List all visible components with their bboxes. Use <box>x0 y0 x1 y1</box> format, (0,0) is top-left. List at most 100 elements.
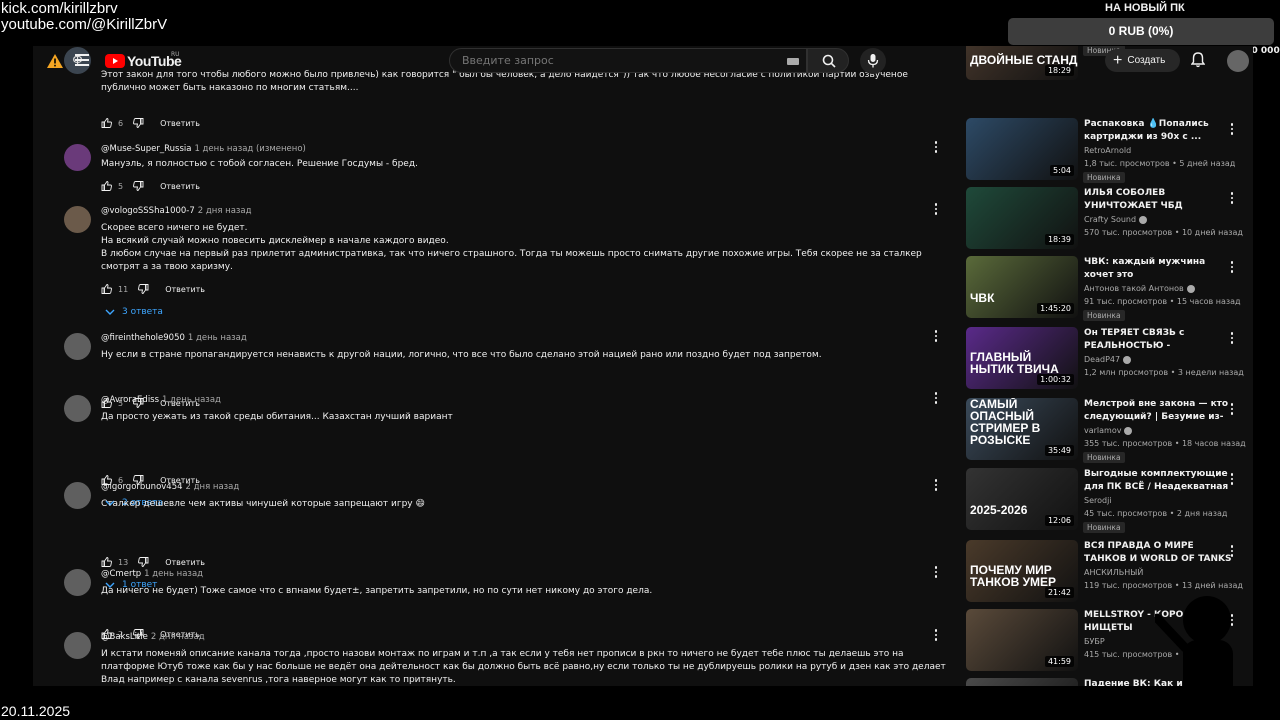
comment-author[interactable]: @AvroraEdiss <box>101 395 159 405</box>
youtube-logo[interactable]: YouTube <box>105 53 182 69</box>
comment-time[interactable]: 1 день назад (изменено) <box>194 144 305 154</box>
reply-button[interactable]: Ответить <box>165 285 205 294</box>
comment-menu-icon[interactable] <box>933 629 939 643</box>
video-title[interactable]: Мелстрой вне закона — кто следующий? | Б… <box>1084 398 1234 424</box>
comment-time[interactable]: 1 день назад <box>144 569 203 579</box>
dislike-button[interactable] <box>133 181 144 191</box>
show-replies-button[interactable]: 3 ответа <box>105 307 163 317</box>
video-menu-icon[interactable] <box>1229 332 1235 346</box>
reply-button[interactable]: Ответить <box>165 558 205 567</box>
video-thumbnail[interactable]: САМЫЙ ОПАСНЫЙ СТРИМЕР В РОЗЫСКЕ 35:49 <box>966 398 1078 460</box>
comment-menu-icon[interactable] <box>933 330 939 344</box>
comment-avatar[interactable] <box>64 395 91 422</box>
comment-author[interactable]: @BaksLitle <box>101 632 148 642</box>
video-thumbnail[interactable]: ЧВК 1:45:20 <box>966 256 1078 318</box>
dislike-button[interactable] <box>133 118 144 128</box>
channel-name[interactable]: Антонов такой Антонов <box>1084 284 1184 293</box>
video-thumbnail[interactable]: 41:59 <box>966 609 1078 671</box>
channel-name[interactable]: DeadP47 <box>1084 355 1120 364</box>
video-thumbnail[interactable]: 5:04 <box>966 118 1078 180</box>
video-title[interactable]: ВСЯ ПРАВДА О МИРЕ ТАНКОВ И WORLD OF TANK… <box>1084 540 1234 566</box>
reply-button[interactable]: Ответить <box>160 119 200 128</box>
like-button[interactable]: 11 <box>101 284 128 294</box>
video-channel[interactable]: DeadP47 <box>1084 355 1132 364</box>
comment-menu-icon[interactable] <box>933 479 939 493</box>
comment-avatar[interactable] <box>64 333 91 360</box>
video-channel[interactable]: varlamov <box>1084 426 1133 435</box>
video-channel[interactable]: Serodji <box>1084 496 1112 505</box>
video-menu-icon[interactable] <box>1229 261 1235 275</box>
account-avatar[interactable] <box>1227 50 1249 72</box>
comment-avatar[interactable] <box>64 632 91 659</box>
video-thumbnail[interactable]: 18:39 <box>966 187 1078 249</box>
channel-name[interactable]: Crafty Sound <box>1084 215 1136 224</box>
menu-icon[interactable] <box>75 54 89 66</box>
comment-time[interactable]: 2 дня назад <box>198 206 252 216</box>
channel-name[interactable]: БУБР <box>1084 637 1105 646</box>
recommended-video[interactable]: ЧВК 1:45:20 ЧВК: каждый мужчина хочет это А… <box>966 256 1253 321</box>
video-channel[interactable]: БУБР <box>1084 637 1105 646</box>
dislike-button[interactable] <box>138 284 149 294</box>
comment-time[interactable]: 1 день назад <box>188 333 247 343</box>
comment-menu-icon[interactable] <box>933 566 939 580</box>
video-thumbnail[interactable]: ГЛАВНЫЙ НЫТИК ТВИЧА 1:00:32 <box>966 327 1078 389</box>
comment-author[interactable]: @Cmertp <box>101 569 141 579</box>
channel-name[interactable]: varlamov <box>1084 426 1121 435</box>
recommended-video[interactable]: ГЛАВНЫЙ НЫТИК ТВИЧА 1:00:32 Он ТЕРЯЕТ СВЯЗ… <box>966 327 1253 391</box>
video-channel[interactable]: Антонов такой Антонов <box>1084 284 1195 293</box>
comment-menu-icon[interactable] <box>933 203 939 217</box>
video-thumbnail[interactable]: ПОЧЕМУ МИР ТАНКОВ УМЕР 21:42 <box>966 540 1078 602</box>
video-channel[interactable]: АНСКИЛЬНЫЙ <box>1084 568 1143 577</box>
like-count: 13 <box>118 557 129 567</box>
comment-menu-icon[interactable] <box>933 141 939 155</box>
search-button[interactable] <box>807 48 849 73</box>
comment-avatar[interactable] <box>64 144 91 171</box>
recommended-video[interactable]: 5:04 Распаковка 💧Попались картриджи из 90… <box>966 118 1253 183</box>
comment-avatar[interactable] <box>64 569 91 596</box>
search-input[interactable] <box>462 54 762 67</box>
search-box[interactable] <box>449 48 807 73</box>
create-button[interactable]: + Создать <box>1105 49 1180 72</box>
video-title[interactable]: ЧВК: каждый мужчина хочет это <box>1084 256 1234 282</box>
dislike-button[interactable] <box>138 557 149 567</box>
video-menu-icon[interactable] <box>1229 192 1235 206</box>
video-channel[interactable]: Crafty Sound <box>1084 215 1148 224</box>
channel-name[interactable]: Serodji <box>1084 496 1112 505</box>
comment-time[interactable]: 1 день назад <box>162 395 221 405</box>
comment-avatar[interactable] <box>64 206 91 233</box>
like-button[interactable]: 6 <box>101 118 123 128</box>
warning-icon[interactable] <box>47 54 63 68</box>
notifications-bell-icon[interactable] <box>1191 52 1205 68</box>
channel-name[interactable]: АНСКИЛЬНЫЙ <box>1084 568 1143 577</box>
comment-menu-icon[interactable] <box>933 392 939 406</box>
video-menu-icon[interactable] <box>1229 403 1235 417</box>
comment-author[interactable]: @Muse-Super_Russia <box>101 144 191 154</box>
comment-time[interactable]: 2 дня назад <box>186 482 240 492</box>
comment-actions: 11 Ответить <box>101 283 205 295</box>
comment-avatar[interactable] <box>64 482 91 509</box>
video-meta: 1,2 млн просмотров • 3 недели назад <box>1084 368 1244 377</box>
comment-author[interactable]: @fireinthehole9050 <box>101 333 185 343</box>
like-button[interactable]: 5 <box>101 181 123 191</box>
like-button[interactable]: 13 <box>101 557 128 567</box>
video-title[interactable]: Выгодные комплектующие для ПК ВСЁ / Неад… <box>1084 468 1234 494</box>
recommended-video[interactable]: САМЫЙ ОПАСНЫЙ СТРИМЕР В РОЗЫСКЕ 35:49 Мелс… <box>966 398 1253 463</box>
video-title[interactable]: Он ТЕРЯЕТ СВЯЗЬ с РЕАЛЬНОСТЬЮ - bratishk… <box>1084 327 1234 353</box>
comment-time[interactable]: 2 дня назад <box>151 632 205 642</box>
comment-author[interactable]: @vologoSSSha1000-7 <box>101 206 195 216</box>
recommended-video[interactable]: 2025-2026 12:06 Выгодные комплектующие для… <box>966 468 1253 533</box>
video-menu-icon[interactable] <box>1229 545 1235 559</box>
video-title[interactable]: ИЛЬЯ СОБОЛЕВ УНИЧТОЖАЕТ ЧБД <box>1084 187 1234 213</box>
video-thumbnail[interactable] <box>966 678 1078 686</box>
comment-author[interactable]: @igorgorbunov454 <box>101 482 183 492</box>
keyboard-icon[interactable] <box>787 58 799 65</box>
video-menu-icon[interactable] <box>1229 123 1235 137</box>
video-menu-icon[interactable] <box>1229 473 1235 487</box>
video-title[interactable]: Распаковка 💧Попались картриджи из 90х с … <box>1084 118 1234 144</box>
video-channel[interactable]: RetroArnold <box>1084 146 1131 155</box>
reply-button[interactable]: Ответить <box>160 182 200 191</box>
channel-name[interactable]: RetroArnold <box>1084 146 1131 155</box>
voice-search-button[interactable] <box>860 48 886 74</box>
video-thumbnail[interactable]: 2025-2026 12:06 <box>966 468 1078 530</box>
recommended-video[interactable]: 18:39 ИЛЬЯ СОБОЛЕВ УНИЧТОЖАЕТ ЧБД Crafty S… <box>966 187 1253 251</box>
